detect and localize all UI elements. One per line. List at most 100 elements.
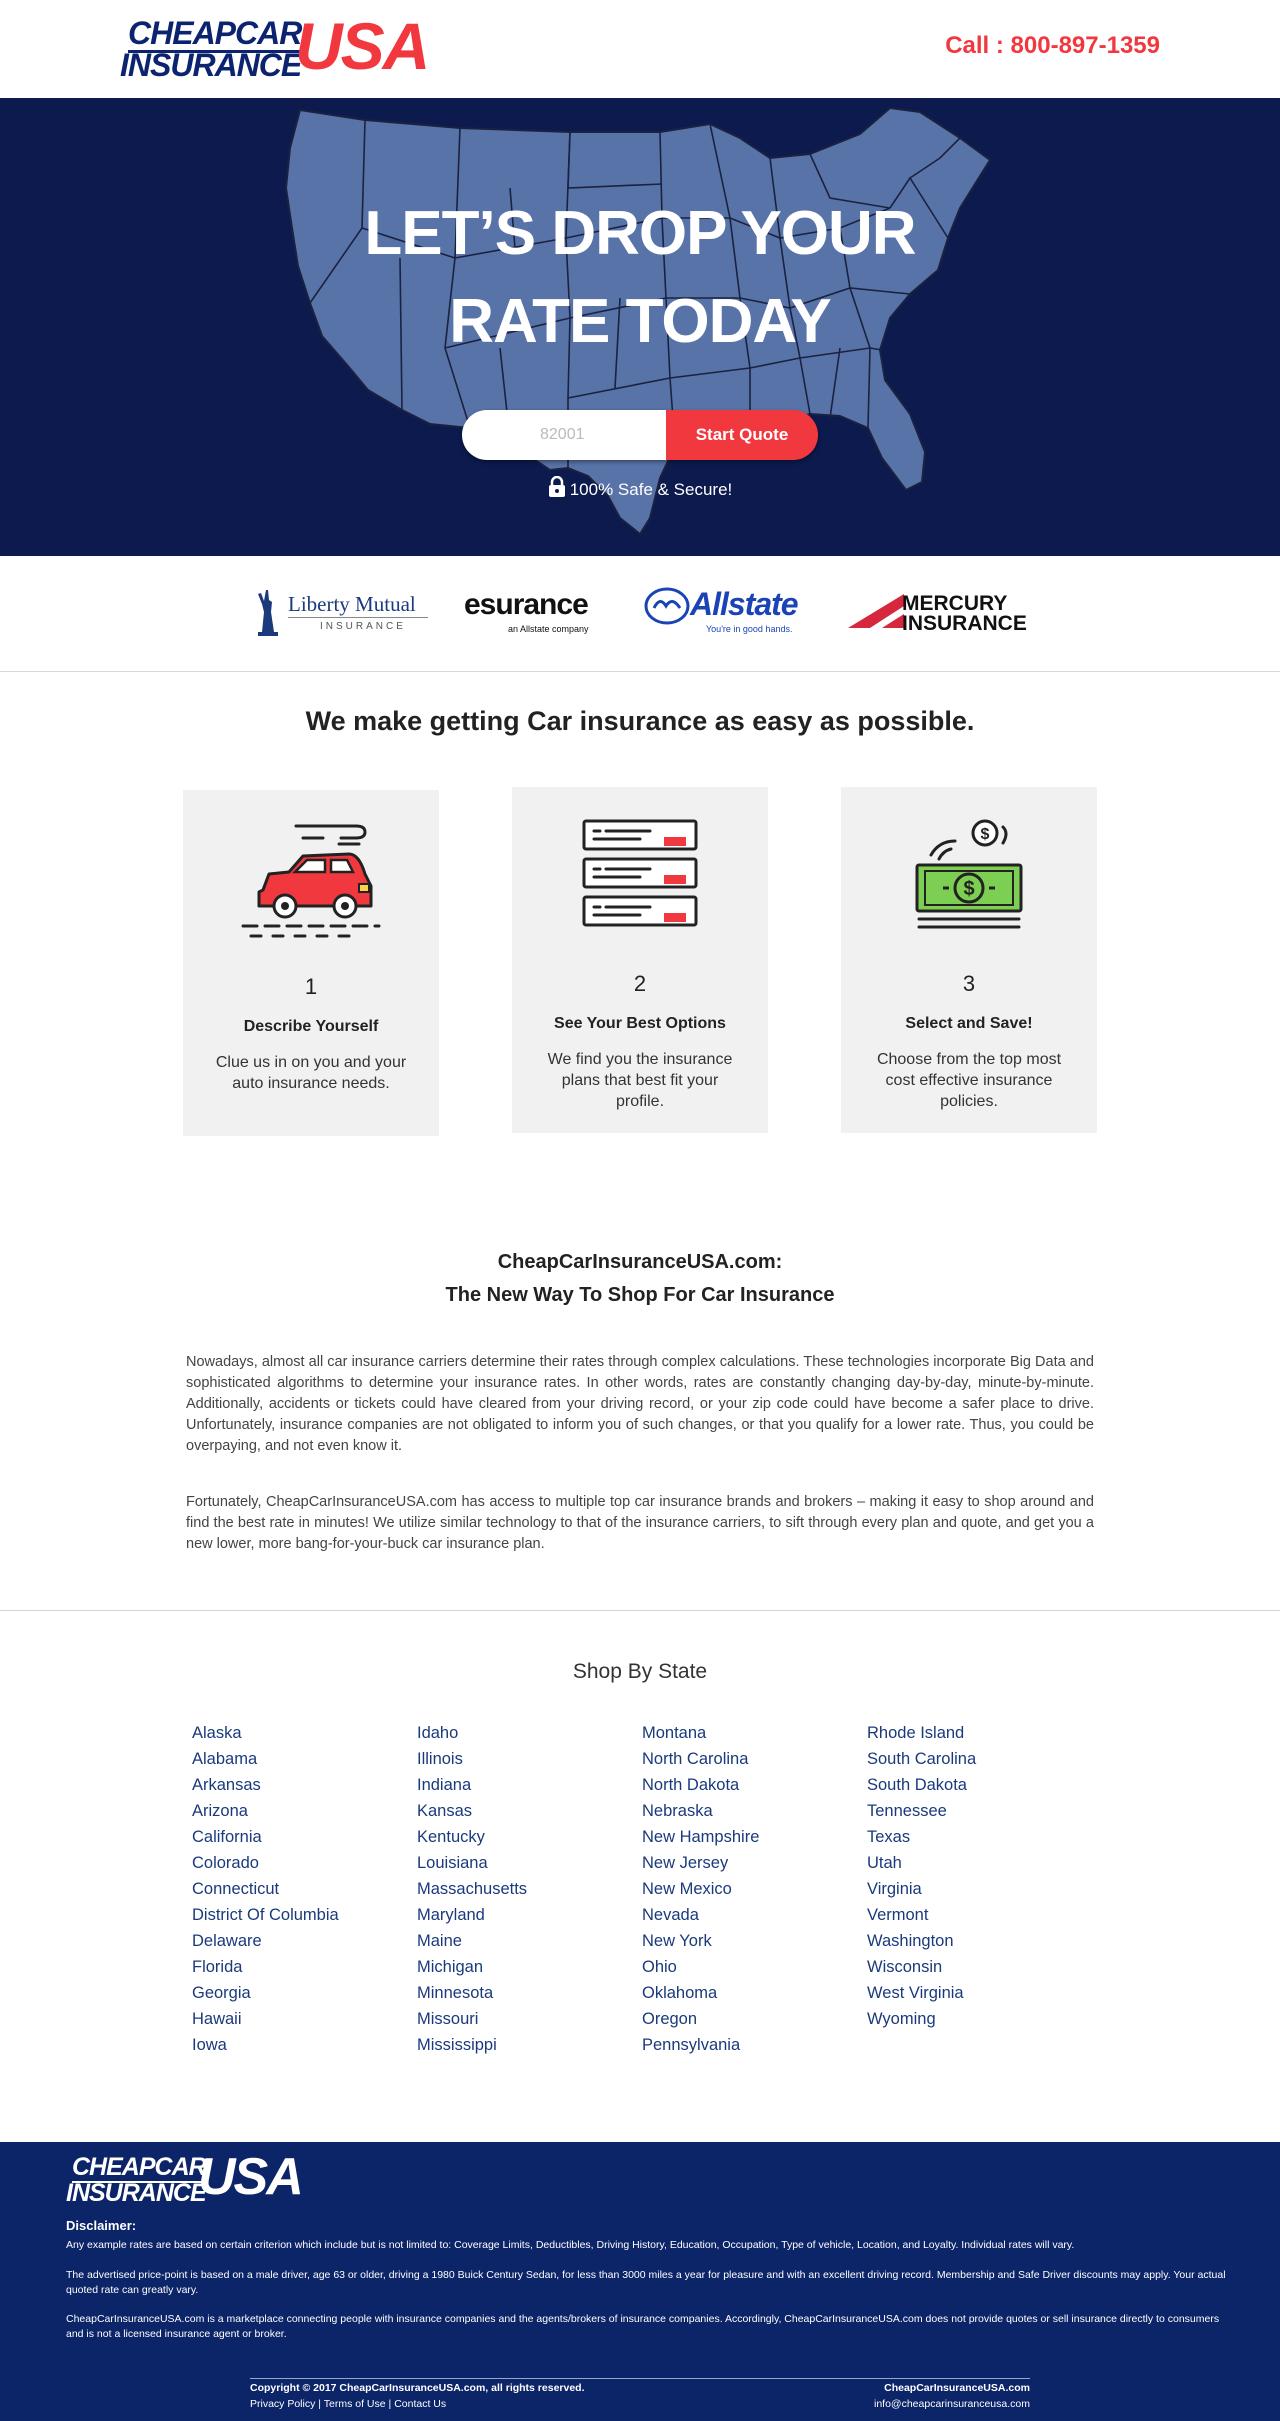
step-1-title: Describe Yourself (243, 1018, 379, 1035)
footer-site-name[interactable]: CheapCarInsuranceUSA.com (884, 2382, 1030, 2394)
quote-form: Start Quote (462, 410, 818, 460)
state-link[interactable]: Oregon (642, 2006, 862, 2032)
state-link[interactable]: Connecticut (192, 1876, 412, 1902)
state-link[interactable]: Indiana (417, 1772, 637, 1798)
logo-usa: USA (295, 9, 430, 83)
logo-line1: CHEAPCAR (128, 15, 302, 51)
terms-of-use-link[interactable]: Terms of Use (324, 2398, 386, 2410)
state-link[interactable]: Kansas (417, 1798, 637, 1824)
state-link[interactable]: Nevada (642, 1902, 862, 1928)
footer-logo-line1: CHEAPCAR (72, 2153, 207, 2181)
step-card-1: 1 Describe Yourself Clue us in on you an… (183, 790, 439, 1136)
privacy-policy-link[interactable]: Privacy Policy (250, 2398, 315, 2410)
state-link[interactable]: Maryland (417, 1902, 637, 1928)
state-link[interactable]: Ohio (642, 1954, 862, 1980)
state-link[interactable]: Vermont (867, 1902, 1087, 1928)
state-link[interactable]: Missouri (417, 2006, 637, 2032)
footer-rule (250, 2378, 1030, 2379)
step-card-3: $ $ 3 Select and Save! Choose from the t… (841, 787, 1097, 1133)
state-link[interactable]: Texas (867, 1824, 1087, 1850)
allstate-name: Allstate (690, 586, 799, 622)
options-list-icon (582, 819, 698, 927)
state-column: Alaska Alabama Arkansas Arizona California Co… (192, 1720, 412, 2058)
contact-us-link[interactable]: Contact Us (394, 2398, 446, 2410)
state-link[interactable]: South Dakota (867, 1772, 1087, 1798)
state-link[interactable]: Delaware (192, 1928, 412, 1954)
statue-of-liberty-icon (258, 590, 278, 636)
phone-link[interactable]: Call : 800-897-1359 (945, 32, 1160, 60)
shop-by-state-title: Shop By State (572, 1660, 708, 1683)
disclaimer-heading: Disclaimer: (66, 2218, 137, 2233)
state-link[interactable]: Arizona (192, 1798, 412, 1824)
footer-email[interactable]: info@cheapcarinsuranceusa.com (874, 2398, 1030, 2410)
state-link[interactable]: North Carolina (642, 1746, 862, 1772)
state-link[interactable]: North Dakota (642, 1772, 862, 1798)
state-link[interactable]: Tennessee (867, 1798, 1087, 1824)
logo-line2: INSURANCE (120, 47, 302, 83)
partner-logos: Liberty Mutual INSURANCE esurance an All… (0, 556, 1280, 672)
state-link[interactable]: Utah (867, 1850, 1087, 1876)
svg-text:$: $ (963, 878, 974, 900)
state-link[interactable]: New Hampshire (642, 1824, 862, 1850)
state-link[interactable]: District Of Columbia (192, 1902, 412, 1928)
state-link[interactable]: Nebraska (642, 1798, 862, 1824)
hero-title-line2: RATE TODAY (449, 287, 832, 356)
secure-text: 100% Safe & Secure! (569, 480, 733, 499)
state-link[interactable]: New York (642, 1928, 862, 1954)
state-link[interactable]: Massachusetts (417, 1876, 637, 1902)
esurance-name: esurance (464, 588, 589, 621)
liberty-divider (288, 617, 428, 618)
state-link[interactable]: Pennsylvania (642, 2032, 862, 2058)
state-link[interactable]: Louisiana (417, 1850, 637, 1876)
state-link[interactable]: Hawaii (192, 2006, 412, 2032)
state-link[interactable]: New Mexico (642, 1876, 862, 1902)
state-link[interactable]: Wyoming (867, 2006, 1087, 2032)
state-link[interactable]: Alabama (192, 1746, 412, 1772)
mercury-sub: INSURANCE (902, 612, 1027, 635)
copyright: Copyright © 2017 CheapCarInsuranceUSA.co… (250, 2382, 585, 2394)
state-link[interactable]: Kentucky (417, 1824, 637, 1850)
car-icon (241, 824, 381, 938)
state-link[interactable]: South Carolina (867, 1746, 1087, 1772)
state-link[interactable]: Iowa (192, 2032, 412, 2058)
secure-badge: 100% Safe & Secure! (0, 476, 1280, 500)
state-link[interactable]: Mississippi (417, 2032, 637, 2058)
step-2-title: See Your Best Options (554, 1015, 726, 1032)
about-title: CheapCarInsuranceUSA.com: The New Way To… (0, 1246, 1280, 1312)
state-column: Montana North Carolina North Dakota Nebrask… (642, 1720, 862, 2058)
state-link[interactable]: Maine (417, 1928, 637, 1954)
about-title-line1: CheapCarInsuranceUSA.com: (497, 1251, 783, 1273)
site-header: CHEAPCAR INSURANCE USA Call : 800-897-13… (0, 0, 1280, 98)
state-link[interactable]: Colorado (192, 1850, 412, 1876)
step-1-number: 1 (304, 974, 318, 999)
site-footer: CHEAPCAR INSURANCE USA Disclaimer: Any e… (0, 2142, 1280, 2421)
state-link[interactable]: Alaska (192, 1720, 412, 1746)
footer-logo[interactable]: CHEAPCAR INSURANCE USA (66, 2150, 326, 2206)
site-logo[interactable]: CHEAPCAR INSURANCE USA (120, 9, 450, 83)
state-link[interactable]: Montana (642, 1720, 862, 1746)
state-link[interactable]: Minnesota (417, 1980, 637, 2006)
state-link[interactable]: West Virginia (867, 1980, 1087, 2006)
zip-code-input[interactable] (462, 410, 666, 460)
start-quote-button[interactable]: Start Quote (666, 410, 818, 460)
state-link[interactable]: Arkansas (192, 1772, 412, 1798)
state-link[interactable]: Michigan (417, 1954, 637, 1980)
disclaimer-1: Any example rates are based on certain c… (66, 2239, 1075, 2251)
state-link[interactable]: Virginia (867, 1876, 1087, 1902)
footer-logo-usa: USA (198, 2148, 304, 2206)
state-link[interactable]: Illinois (417, 1746, 637, 1772)
state-link[interactable]: Wisconsin (867, 1954, 1087, 1980)
state-link[interactable]: New Jersey (642, 1850, 862, 1876)
step-1-desc: Clue us in on you and your auto insuranc… (215, 1054, 407, 1092)
state-link[interactable]: Florida (192, 1954, 412, 1980)
step-3-desc: Choose from the top most cost effective … (876, 1051, 1062, 1110)
disclaimer-2: The advertised price-point is based on a… (66, 2269, 1226, 2296)
section-divider (0, 1610, 1280, 1611)
state-link[interactable]: Rhode Island (867, 1720, 1087, 1746)
state-link[interactable]: Oklahoma (642, 1980, 862, 2006)
state-link[interactable]: Idaho (417, 1720, 637, 1746)
about-paragraph-2: Fortunately, CheapCarInsuranceUSA.com ha… (186, 1494, 1094, 1552)
state-link[interactable]: Georgia (192, 1980, 412, 2006)
state-link[interactable]: Washington (867, 1928, 1087, 1954)
state-link[interactable]: California (192, 1824, 412, 1850)
